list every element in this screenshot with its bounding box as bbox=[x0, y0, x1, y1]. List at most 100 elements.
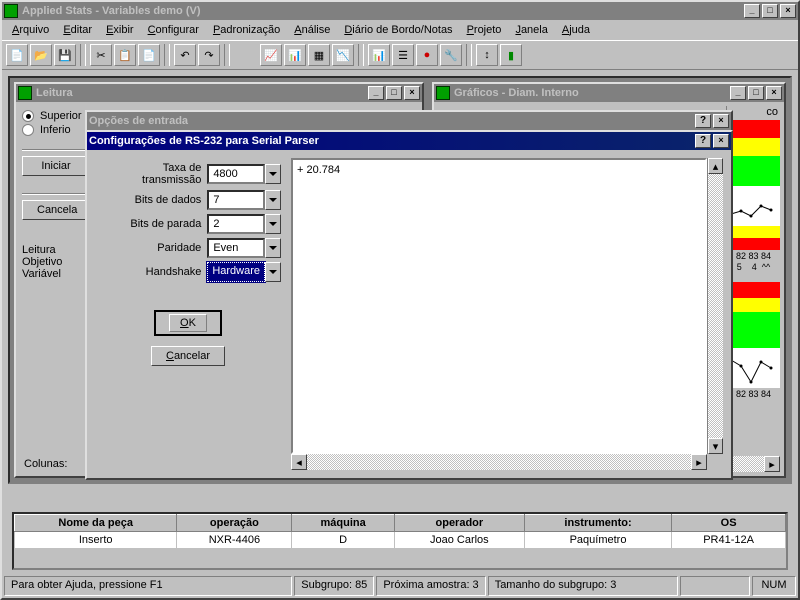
menu-ajuda[interactable]: Ajuda bbox=[556, 22, 596, 38]
main-window: Applied Stats - Variables demo (V) _ □ ×… bbox=[0, 0, 800, 600]
paste-button[interactable]: 📄 bbox=[138, 44, 160, 66]
maximize-button[interactable]: □ bbox=[762, 4, 778, 18]
status-blank bbox=[680, 576, 750, 596]
chart1-button[interactable]: 📈 bbox=[260, 44, 282, 66]
output-vscroll[interactable]: ▴▾ bbox=[707, 158, 723, 454]
opcoes-help-button[interactable]: ? bbox=[695, 114, 711, 128]
radio-superior-label: Superior bbox=[40, 110, 82, 122]
leitura-icon bbox=[18, 86, 32, 100]
menu-editar[interactable]: Editar bbox=[57, 22, 98, 38]
paridade-combo[interactable]: Even bbox=[207, 238, 281, 258]
chart3-button[interactable]: 📉 bbox=[332, 44, 354, 66]
status-tamanho: Tamanho do subgrupo: 3 bbox=[488, 576, 678, 596]
rs232-close-button[interactable]: × bbox=[713, 134, 729, 148]
status-proxima: Próxima amostra: 3 bbox=[376, 576, 485, 596]
ok-button[interactable]: OK bbox=[154, 310, 222, 336]
grid-button[interactable]: ▦ bbox=[308, 44, 330, 66]
save-button[interactable]: 💾 bbox=[54, 44, 76, 66]
graficos-title: Gráficos - Diam. Interno bbox=[454, 87, 730, 99]
undo-button[interactable]: ↶ bbox=[174, 44, 196, 66]
label-colunas: Colunas: bbox=[24, 458, 67, 470]
main-titlebar: Applied Stats - Variables demo (V) _ □ × bbox=[2, 2, 798, 20]
status-num: NUM bbox=[752, 576, 796, 596]
parada-label: Bits de parada bbox=[95, 214, 207, 234]
parada-combo[interactable]: 2 bbox=[207, 214, 281, 234]
axis-2: 82 83 84 bbox=[727, 388, 780, 399]
minimize-button[interactable]: _ bbox=[744, 4, 760, 18]
opcoes-titlebar: Opções de entrada ? × bbox=[87, 112, 731, 130]
rs232-dialog: Configurações de RS-232 para Serial Pars… bbox=[85, 130, 733, 480]
menu-arquivo[interactable]: Arquivo bbox=[6, 22, 55, 38]
th-nome[interactable]: Nome da peça bbox=[15, 515, 177, 532]
menu-padronizacao[interactable]: Padronização bbox=[207, 22, 286, 38]
handshake-label: Handshake bbox=[95, 262, 207, 282]
cancelar-leitura-button[interactable]: Cancela bbox=[22, 200, 90, 220]
tool3-button[interactable]: ▮ bbox=[500, 44, 522, 66]
close-button[interactable]: × bbox=[780, 4, 796, 18]
leitura-titlebar: Leitura _ □ × bbox=[16, 84, 422, 102]
app-icon bbox=[4, 4, 18, 18]
copy-button[interactable]: 📋 bbox=[114, 44, 136, 66]
rs232-title: Configurações de RS-232 para Serial Pars… bbox=[89, 135, 695, 147]
menubar: Arquivo Editar Exibir Configurar Padroni… bbox=[2, 20, 798, 40]
graficos-close-button[interactable]: × bbox=[766, 86, 782, 100]
cancelar-button[interactable]: Cancelar bbox=[151, 346, 225, 366]
rs232-help-button[interactable]: ? bbox=[695, 134, 711, 148]
taxa-combo[interactable]: 4800 bbox=[207, 164, 281, 184]
dados-label: Bits de dados bbox=[95, 190, 207, 210]
handshake-combo[interactable]: Hardware bbox=[207, 262, 281, 282]
main-title: Applied Stats - Variables demo (V) bbox=[22, 5, 744, 17]
graficos-titlebar: Gráficos - Diam. Interno _ □ × bbox=[434, 84, 784, 102]
output-hscroll[interactable]: ◂▸ bbox=[291, 454, 723, 470]
sparkline-2 bbox=[727, 348, 780, 388]
list-button[interactable]: ☰ bbox=[392, 44, 414, 66]
paridade-label: Paridade bbox=[95, 238, 207, 258]
dados-combo[interactable]: 7 bbox=[207, 190, 281, 210]
menu-analise[interactable]: Análise bbox=[288, 22, 336, 38]
chart-strip: co 82 83 84 5 4 ^^ 82 83 84 bbox=[726, 106, 780, 452]
opcoes-title: Opções de entrada bbox=[89, 115, 695, 127]
redo-button[interactable]: ↷ bbox=[198, 44, 220, 66]
radio-inferior-label: Inferio bbox=[40, 124, 71, 136]
graficos-max-button[interactable]: □ bbox=[748, 86, 764, 100]
chart2-button[interactable]: 📊 bbox=[284, 44, 306, 66]
cut-button[interactable]: ✂ bbox=[90, 44, 112, 66]
sparkline-1 bbox=[727, 186, 780, 226]
menu-diario[interactable]: Diário de Bordo/Notas bbox=[338, 22, 458, 38]
leitura-max-button[interactable]: □ bbox=[386, 86, 402, 100]
opcoes-close-button[interactable]: × bbox=[713, 114, 729, 128]
axis-1: 82 83 84 bbox=[727, 250, 780, 261]
menu-exibir[interactable]: Exibir bbox=[100, 22, 140, 38]
menu-janela[interactable]: Janela bbox=[509, 22, 553, 38]
chart4-button[interactable]: 📊 bbox=[368, 44, 390, 66]
open-button[interactable]: 📂 bbox=[30, 44, 52, 66]
status-help: Para obter Ajuda, pressione F1 bbox=[4, 576, 292, 596]
graficos-min-button[interactable]: _ bbox=[730, 86, 746, 100]
statusbar: Para obter Ajuda, pressione F1 Subgrupo:… bbox=[4, 576, 796, 596]
tool2-button[interactable]: ↕ bbox=[476, 44, 498, 66]
leitura-title: Leitura bbox=[36, 87, 368, 99]
leitura-close-button[interactable]: × bbox=[404, 86, 420, 100]
leitura-min-button[interactable]: _ bbox=[368, 86, 384, 100]
new-button[interactable]: 📄 bbox=[6, 44, 28, 66]
iniciar-button[interactable]: Iniciar bbox=[22, 156, 90, 176]
table-row[interactable]: Inserto NXR-4406 D Joao Carlos Paquímetr… bbox=[15, 532, 786, 549]
th-operacao[interactable]: operação bbox=[177, 515, 292, 532]
th-os[interactable]: OS bbox=[672, 515, 786, 532]
th-instrumento[interactable]: instrumento: bbox=[524, 515, 671, 532]
toolbar: 📄 📂 💾 ✂ 📋 📄 ↶ ↷ 📈 📊 ▦ 📉 📊 ☰ ● 🔧 ↕ ▮ bbox=[2, 40, 798, 70]
th-operador[interactable]: operador bbox=[394, 515, 524, 532]
tool1-button[interactable]: 🔧 bbox=[440, 44, 462, 66]
menu-projeto[interactable]: Projeto bbox=[461, 22, 508, 38]
rs232-form: Taxa de transmissão 4800 Bits de dados 7… bbox=[95, 158, 281, 470]
output-text: + 20.784 bbox=[297, 164, 340, 176]
data-table: Nome da peça operação máquina operador i… bbox=[12, 512, 788, 570]
rs232-titlebar: Configurações de RS-232 para Serial Pars… bbox=[87, 132, 731, 150]
th-maquina[interactable]: máquina bbox=[292, 515, 394, 532]
axis-1b: 5 4 ^^ bbox=[727, 261, 780, 272]
taxa-label: Taxa de transmissão bbox=[95, 162, 207, 186]
record-button[interactable]: ● bbox=[416, 44, 438, 66]
status-subgrupo: Subgrupo: 85 bbox=[294, 576, 374, 596]
menu-configurar[interactable]: Configurar bbox=[142, 22, 205, 38]
graficos-icon bbox=[436, 86, 450, 100]
